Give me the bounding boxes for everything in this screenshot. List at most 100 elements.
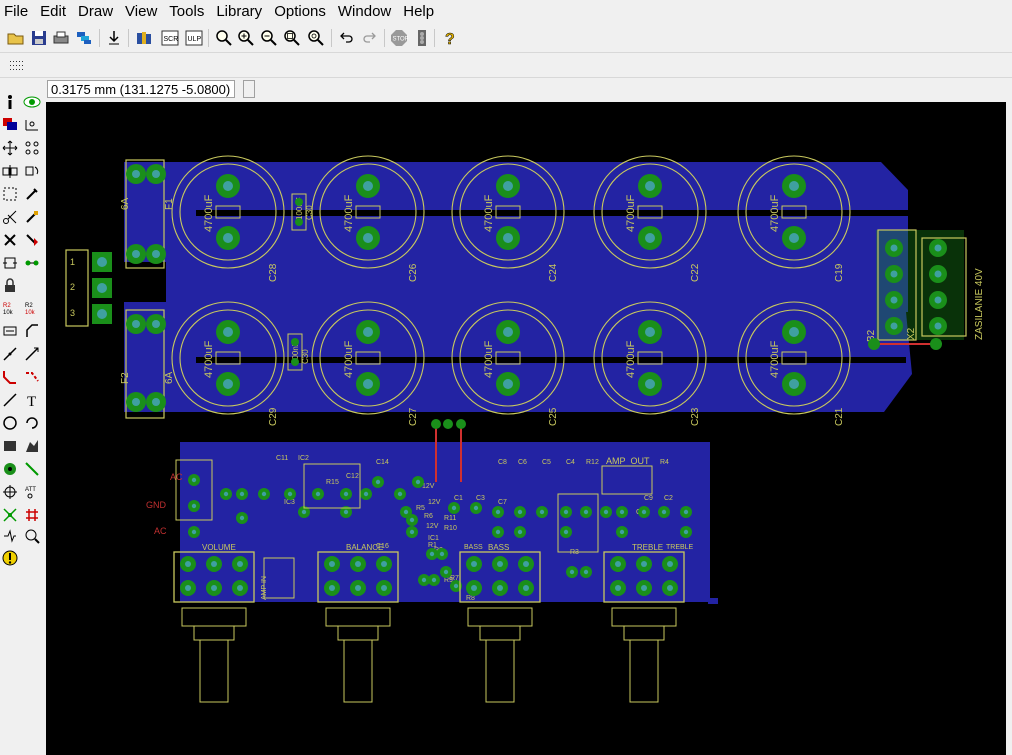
text-icon[interactable]: T <box>22 390 42 410</box>
misc-label: 12V <box>428 499 441 506</box>
open-icon[interactable] <box>6 27 26 49</box>
coordinate-bar: 0.3175 mm (131.1275 -5.0800) <box>0 78 1012 102</box>
menu-file[interactable]: File <box>0 0 34 24</box>
svg-text:SCR: SCR <box>164 36 179 43</box>
value-icon[interactable]: R2 10k <box>22 298 42 318</box>
capacitor-label: C29 <box>268 407 279 426</box>
capacitor-label: C21 <box>834 407 845 426</box>
smash-icon[interactable]: R2 10k <box>0 298 20 318</box>
save-icon[interactable] <box>29 27 49 49</box>
capacitor-label: C22 <box>690 263 701 282</box>
rect-icon[interactable] <box>0 436 20 456</box>
polygon-icon[interactable] <box>22 436 42 456</box>
zoom-out-icon[interactable] <box>259 27 279 49</box>
library-icon[interactable] <box>134 27 154 49</box>
capacitor-label: C28 <box>268 263 279 282</box>
zoom-redraw-icon[interactable] <box>306 27 326 49</box>
miter-icon[interactable] <box>22 321 42 341</box>
hole-icon[interactable] <box>0 482 20 502</box>
parameter-toolbar <box>0 53 1012 78</box>
delete-icon[interactable] <box>0 230 20 250</box>
menu-help[interactable]: Help <box>397 0 440 24</box>
route-icon[interactable] <box>0 367 20 387</box>
capacitor-label: C27 <box>408 407 419 426</box>
cut-icon[interactable] <box>0 207 20 227</box>
move-icon[interactable] <box>0 138 20 158</box>
capacitor-value: 4700uF <box>625 194 637 232</box>
script-icon[interactable]: SCR <box>160 27 180 49</box>
replace-icon[interactable] <box>0 253 20 273</box>
fuse-f1-rating: 6A <box>120 197 131 210</box>
lock-pin-icon[interactable] <box>22 253 42 273</box>
capacitor-label: C19 <box>834 263 845 282</box>
part-label-c6: C6 <box>518 459 527 466</box>
ripup-icon[interactable] <box>22 367 42 387</box>
show-icon[interactable] <box>22 92 42 112</box>
add-icon[interactable] <box>22 230 42 250</box>
change-icon[interactable] <box>22 184 42 204</box>
help-icon[interactable]: ? <box>440 27 460 49</box>
circle-icon[interactable] <box>0 413 20 433</box>
capacitor-value: 4700uF <box>483 340 495 378</box>
attribute-icon[interactable]: ATT <box>22 482 42 502</box>
stop-icon[interactable]: STOP <box>389 27 409 49</box>
copy-icon[interactable] <box>22 138 42 158</box>
coordinate-display: 0.3175 mm (131.1275 -5.0800) <box>47 80 235 98</box>
layers-icon[interactable] <box>74 27 94 49</box>
misc-label: R6 <box>424 513 433 520</box>
misc-label: BASS <box>464 544 483 551</box>
misc-label: R1 <box>428 542 437 549</box>
info-icon[interactable] <box>0 92 20 112</box>
wire-icon[interactable] <box>0 390 20 410</box>
pot-volume[interactable]: VOLUME <box>173 543 255 703</box>
menu-bar: File Edit Draw View Tools Library Option… <box>0 0 1012 24</box>
drc-icon[interactable] <box>22 526 42 546</box>
errors-icon[interactable] <box>0 548 20 568</box>
go-icon[interactable] <box>412 27 432 49</box>
menu-tools[interactable]: Tools <box>163 0 210 24</box>
mark-icon[interactable] <box>22 114 42 134</box>
menu-options[interactable]: Options <box>268 0 332 24</box>
rotate-icon[interactable] <box>22 161 42 181</box>
display-icon[interactable] <box>0 114 20 134</box>
zoom-select-icon[interactable] <box>282 27 302 49</box>
ac-label-1: AC <box>170 472 183 482</box>
part-label-r12: R12 <box>586 459 599 466</box>
capacitor-value: 4700uF <box>769 340 781 378</box>
lock-icon[interactable] <box>0 276 20 296</box>
via-icon[interactable] <box>0 459 20 479</box>
zoom-fit-icon[interactable] <box>214 27 234 49</box>
erc-icon[interactable] <box>0 526 20 546</box>
name-icon[interactable] <box>0 321 20 341</box>
menu-edit[interactable]: Edit <box>34 0 72 24</box>
paste-icon[interactable] <box>22 207 42 227</box>
ratsnest-icon[interactable] <box>0 505 20 525</box>
grid-icon[interactable] <box>6 54 26 76</box>
menu-view[interactable]: View <box>119 0 163 24</box>
part-label-ic3: IC3 <box>284 499 295 506</box>
out-pin-2: 2 <box>70 282 75 292</box>
ulp-icon[interactable]: ULP <box>184 27 204 49</box>
capacitor-value: 4700uF <box>483 194 495 232</box>
split-icon[interactable] <box>0 344 20 364</box>
optimize-icon[interactable] <box>22 344 42 364</box>
group-icon[interactable] <box>0 184 20 204</box>
pot-bass[interactable]: BASS <box>459 543 541 703</box>
board-canvas[interactable]: ZASILANIE 40V B2 X2 1 2 3 6A F1 F2 6A 47… <box>46 102 1006 755</box>
import-icon[interactable] <box>104 27 124 49</box>
zoom-in-icon[interactable] <box>236 27 256 49</box>
undo-icon[interactable] <box>336 27 356 49</box>
menu-window[interactable]: Window <box>332 0 397 24</box>
arc-icon[interactable] <box>22 413 42 433</box>
command-line-input[interactable] <box>243 80 255 98</box>
pot-treble[interactable]: TREBLE <box>603 543 685 703</box>
menu-draw[interactable]: Draw <box>72 0 119 24</box>
misc-label: 12V <box>426 523 439 530</box>
print-icon[interactable] <box>51 27 71 49</box>
menu-library[interactable]: Library <box>210 0 268 24</box>
mirror-icon[interactable] <box>0 161 20 181</box>
signal-icon[interactable] <box>22 459 42 479</box>
redo-icon[interactable] <box>360 27 380 49</box>
auto-icon[interactable] <box>22 505 42 525</box>
pot-balance[interactable]: BALANCE <box>317 543 399 703</box>
